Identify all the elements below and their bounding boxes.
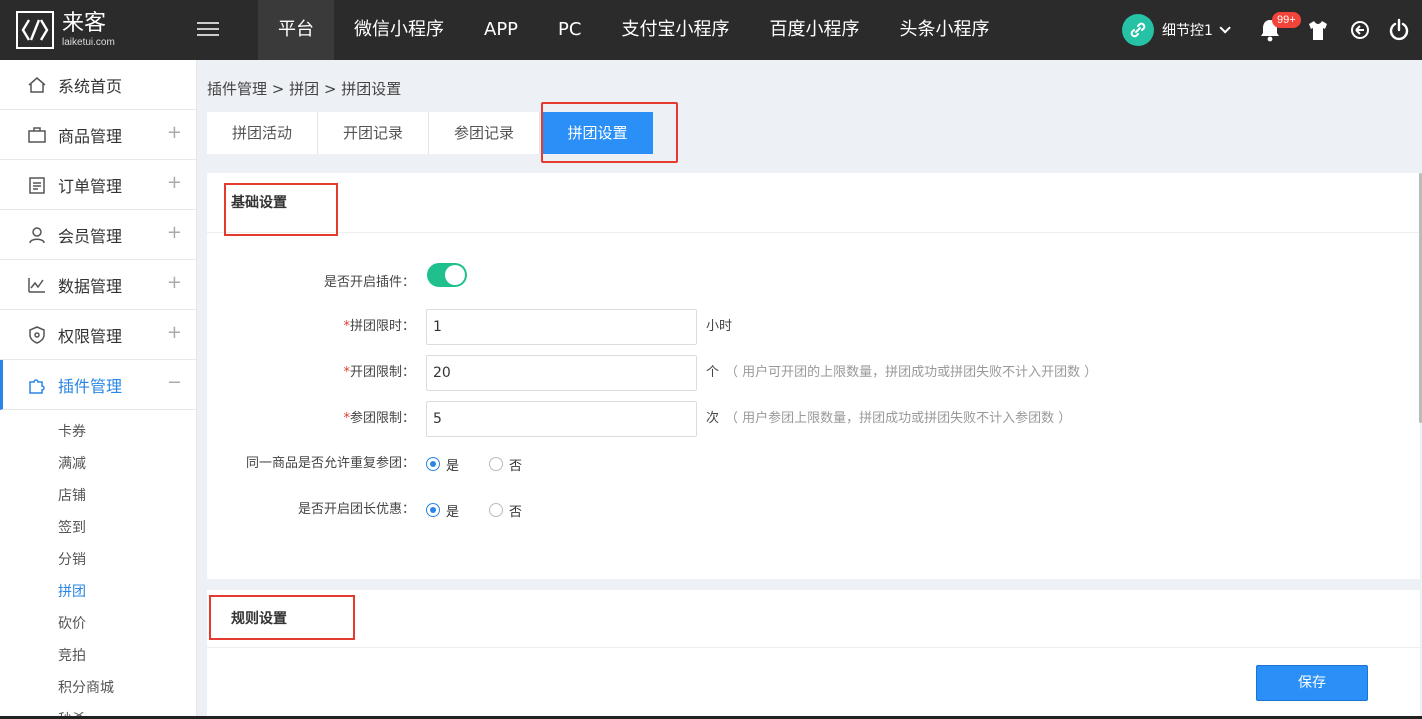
tab-group-activity[interactable]: 拼团活动 [207, 112, 318, 154]
sidebar-item-label: 商品管理 [58, 126, 123, 146]
puzzle-icon [26, 374, 48, 396]
chevron-down-icon [1219, 22, 1231, 34]
clipboard-icon [26, 174, 48, 196]
expand-icon[interactable]: + [167, 324, 182, 342]
sidebar-item-label: 数据管理 [58, 276, 123, 296]
repeat-join-row: 同一商品是否允许重复参团： 是 否 [207, 446, 1420, 482]
sidebar-item-products[interactable]: 商品管理 + [0, 110, 196, 160]
leader-discount-radio-group: 是 否 [426, 492, 552, 528]
field-label: *参团限制： [343, 411, 415, 426]
shield-icon [26, 324, 48, 346]
user-name: 细节控1 [1162, 23, 1213, 39]
time-limit-unit: 小时 [706, 319, 733, 334]
nav-item-alipay[interactable]: 支付宝小程序 [601, 0, 749, 60]
rule-settings-card: 规则设置 [207, 590, 1420, 719]
field-label: *拼团限时： [343, 319, 415, 334]
tab-open-records[interactable]: 开团记录 [318, 112, 429, 154]
sub-item-bargain[interactable]: 砍价 [0, 608, 196, 640]
repeat-join-yes-radio[interactable]: 是 [426, 455, 459, 474]
sidebar-item-data[interactable]: 数据管理 + [0, 260, 196, 310]
breadcrumb: 插件管理 > 拼团 > 拼团设置 [207, 80, 402, 98]
join-limit-row: *参团限制： 次（ 用户参团上限数量，拼团成功或拼团失败不计入参团数 ） [207, 401, 1420, 437]
sub-item-group-buy[interactable]: 拼团 [0, 576, 196, 608]
sub-item-points-mall[interactable]: 积分商城 [0, 672, 196, 704]
user-icon [26, 224, 48, 246]
open-limit-row: *开团限制： 个（ 用户可开团的上限数量，拼团成功或拼团失败不计入开团数 ） [207, 355, 1420, 391]
time-limit-input[interactable] [426, 309, 697, 345]
section-title: 规则设置 [207, 590, 1420, 648]
sidebar-item-permissions[interactable]: 权限管理 + [0, 310, 196, 360]
nav-item-baidu[interactable]: 百度小程序 [749, 0, 879, 60]
leader-discount-row: 是否开启团长优惠： 是 否 [207, 492, 1420, 528]
field-label: 是否开启团长优惠： [297, 502, 415, 517]
nav-item-wechat[interactable]: 微信小程序 [334, 0, 464, 60]
open-limit-unit: 个（ 用户可开团的上限数量，拼团成功或拼团失败不计入开团数 ） [706, 365, 1098, 380]
notification-badge: 99+ [1272, 12, 1301, 28]
logo[interactable]: 来客 laiketui.com [16, 10, 126, 50]
field-label: 同一商品是否允许重复参团： [245, 456, 415, 471]
logo-domain: laiketui.com [62, 36, 115, 48]
join-limit-unit: 次（ 用户参团上限数量，拼团成功或拼团失败不计入参团数 ） [706, 411, 1072, 426]
sub-item-distribution[interactable]: 分销 [0, 544, 196, 576]
sidebar-item-label: 插件管理 [58, 376, 123, 396]
nav-item-toutiao[interactable]: 头条小程序 [879, 0, 1009, 60]
repeat-join-radio-group: 是 否 [426, 446, 552, 482]
field-label: *开团限制： [343, 365, 415, 380]
sidebar-item-orders[interactable]: 订单管理 + [0, 160, 196, 210]
sub-item-store[interactable]: 店铺 [0, 480, 196, 512]
leader-discount-yes-radio[interactable]: 是 [426, 501, 459, 520]
nav-item-platform[interactable]: 平台 [258, 0, 334, 60]
menu-toggle-icon[interactable] [197, 18, 219, 40]
repeat-join-no-radio[interactable]: 否 [489, 455, 522, 474]
chart-icon [26, 274, 48, 296]
power-icon[interactable] [1388, 18, 1410, 42]
time-limit-row: *拼团限时： 小时 [207, 309, 1420, 345]
sidebar-item-label: 权限管理 [58, 326, 123, 346]
enable-plugin-row: 是否开启插件： [207, 261, 1420, 297]
expand-icon[interactable]: + [167, 174, 182, 192]
sidebar-item-members[interactable]: 会员管理 + [0, 210, 196, 260]
highlight-box [541, 102, 678, 163]
sidebar-item-home[interactable]: 系统首页 [0, 60, 196, 110]
expand-icon[interactable]: + [167, 124, 182, 142]
sidebar-item-label: 订单管理 [58, 176, 123, 196]
sub-item-coupon[interactable]: 卡券 [0, 416, 196, 448]
expand-icon[interactable]: + [167, 274, 182, 292]
nav-item-pc[interactable]: PC [538, 0, 601, 60]
sub-item-discount[interactable]: 满减 [0, 448, 196, 480]
platform-nav: 平台 微信小程序 APP PC 支付宝小程序 百度小程序 头条小程序 [258, 0, 1009, 60]
open-limit-input[interactable] [426, 355, 697, 391]
sidebar-item-label: 会员管理 [58, 226, 123, 246]
sub-item-signin[interactable]: 签到 [0, 512, 196, 544]
expand-icon[interactable]: + [167, 224, 182, 242]
field-label: 是否开启插件： [323, 275, 415, 290]
highlight-box [209, 595, 355, 640]
top-bar: 来客 laiketui.com 平台 微信小程序 APP PC 支付宝小程序 百… [0, 0, 1422, 60]
sidebar-item-label: 系统首页 [58, 76, 123, 96]
logo-mark-icon [16, 11, 54, 49]
back-icon[interactable] [1349, 18, 1371, 42]
nav-item-app[interactable]: APP [464, 0, 538, 60]
section-title: 基础设置 [207, 173, 1420, 233]
user-menu[interactable]: 细节控1 [1122, 14, 1231, 46]
enable-plugin-toggle[interactable] [427, 263, 467, 287]
tab-join-records[interactable]: 参团记录 [429, 112, 540, 154]
leader-discount-no-radio[interactable]: 否 [489, 501, 522, 520]
save-button[interactable]: 保存 [1256, 665, 1368, 701]
logo-text: 来客 [62, 10, 107, 36]
open-limit-hint: （ 用户可开团的上限数量，拼团成功或拼团失败不计入开团数 ） [725, 365, 1098, 380]
link-icon [1122, 14, 1154, 46]
plugin-sub-menu: 卡券 满减 店铺 签到 分销 拼团 砍价 竞拍 积分商城 秒杀 [0, 410, 196, 719]
home-icon [26, 74, 48, 96]
sub-item-auction[interactable]: 竞拍 [0, 640, 196, 672]
join-limit-input[interactable] [426, 401, 697, 437]
shirt-icon[interactable] [1307, 18, 1329, 42]
sidebar: 系统首页 商品管理 + 订单管理 + 会员管理 + 数据管理 + 权限管理 + … [0, 60, 197, 719]
join-limit-hint: （ 用户参团上限数量，拼团成功或拼团失败不计入参团数 ） [725, 411, 1072, 426]
sidebar-item-plugins[interactable]: 插件管理 − [0, 360, 196, 410]
toggle-knob [445, 265, 465, 285]
highlight-box [224, 183, 338, 236]
box-icon [26, 124, 48, 146]
collapse-icon[interactable]: − [167, 374, 182, 392]
